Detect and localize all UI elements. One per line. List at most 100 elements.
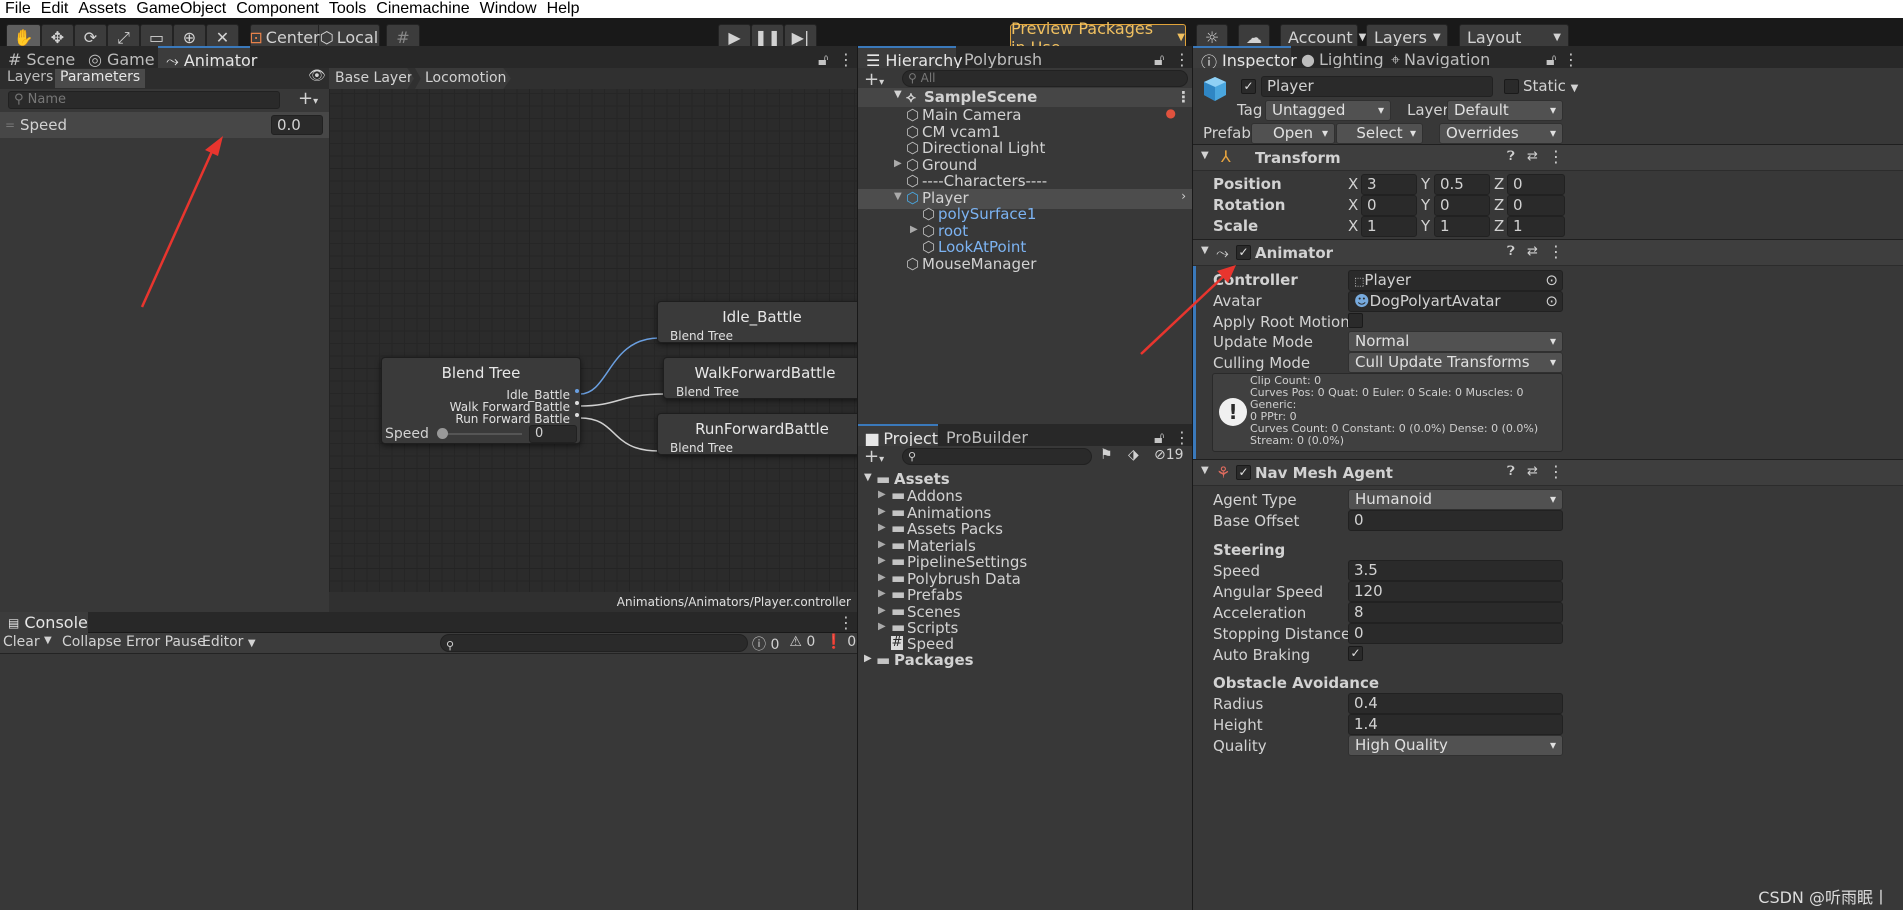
layer-dropdown[interactable]: Default — [1447, 100, 1563, 121]
controller-field[interactable]: ⬚Player ⊙ — [1348, 270, 1563, 291]
port-run[interactable] — [575, 413, 579, 417]
menu-item[interactable]: Edit — [41, 0, 69, 18]
object-picker-icon[interactable]: ⊙ — [1545, 292, 1558, 311]
lock-icon[interactable]: 🔓︎ — [1546, 50, 1556, 70]
axis-x-label[interactable]: X — [1348, 175, 1358, 193]
scale-y-field[interactable]: 1 — [1434, 216, 1490, 237]
angular-speed-field[interactable]: 120 — [1348, 581, 1563, 602]
more-menu-icon[interactable]: ⋮ — [1563, 50, 1579, 69]
blend-slider-handle[interactable] — [437, 428, 448, 439]
animator-enabled-checkbox[interactable]: ✓ — [1236, 245, 1251, 260]
radius-field[interactable]: 0.4 — [1348, 693, 1563, 714]
axis-y-label[interactable]: Y — [1421, 217, 1430, 235]
menu-item[interactable]: Help — [547, 0, 580, 18]
root-motion-checkbox[interactable] — [1348, 313, 1363, 328]
base-offset-field[interactable]: 0 — [1348, 510, 1563, 531]
layers-tab[interactable]: Layers — [2, 69, 58, 88]
rot-y-field[interactable]: 0 — [1434, 195, 1490, 216]
add-parameter-button[interactable]: +▾ — [298, 88, 318, 109]
avatar-field[interactable]: ☻DogPolyartAvatar ⊙ — [1348, 291, 1563, 312]
axis-x-label[interactable]: X — [1348, 217, 1358, 235]
more-menu-icon[interactable]: ⋮ — [838, 50, 854, 69]
port-idle[interactable] — [575, 389, 579, 393]
chevron-down-icon[interactable]: ▼ — [1201, 245, 1209, 256]
more-menu-icon[interactable]: ⋮ — [1548, 147, 1564, 166]
blend-tree-node[interactable]: Blend Tree Idle_Battle Walk Forward Batt… — [381, 357, 581, 444]
chevron-right-icon[interactable]: ▶ — [878, 555, 886, 566]
drag-handle-icon[interactable]: = — [5, 118, 15, 132]
error-count[interactable]: ❗ 0 — [825, 634, 856, 654]
chevron-down-icon[interactable]: ▼ — [1201, 465, 1209, 476]
chevron-down-icon[interactable]: ▼ — [1201, 150, 1209, 161]
animator-graph[interactable]: Base Layer Locomotion Blend Tree Idle_Ba… — [329, 68, 857, 612]
blend-slider-track[interactable] — [442, 433, 522, 435]
more-menu-icon[interactable]: ⋮ — [1548, 242, 1564, 261]
chevron-right-icon[interactable]: ▶ — [894, 158, 902, 169]
error-pause-button[interactable]: Error Pause — [126, 634, 206, 650]
auto-braking-checkbox[interactable]: ✓ — [1348, 646, 1363, 661]
presets-icon[interactable]: ⇄ — [1527, 464, 1538, 479]
rot-x-field[interactable]: 0 — [1361, 195, 1417, 216]
chevron-right-icon[interactable]: ▶ — [864, 653, 872, 664]
chevron-right-icon[interactable]: ▶ — [878, 621, 886, 632]
menu-item[interactable]: Component — [236, 0, 319, 18]
axis-y-label[interactable]: Y — [1421, 175, 1430, 193]
pos-z-field[interactable]: 0 — [1507, 174, 1565, 195]
chevron-right-icon[interactable]: ▶ — [878, 489, 886, 500]
menu-item[interactable]: Tools — [329, 0, 366, 18]
help-icon[interactable]: ❓︎ — [1507, 244, 1515, 259]
more-menu-icon[interactable]: ⋮ — [1174, 428, 1190, 447]
transform-header[interactable]: ▼ ⅄ Transform ❓︎ ⇄ ⋮ — [1193, 144, 1903, 171]
prefab-select-button[interactable]: Select — [1336, 123, 1423, 144]
lock-icon[interactable]: 🔓︎ — [1154, 50, 1164, 70]
chevron-right-icon[interactable]: ▶ — [878, 572, 886, 583]
editor-dropdown[interactable]: Editor ▼ — [202, 634, 256, 650]
acceleration-field[interactable]: 8 — [1348, 602, 1563, 623]
axis-z-label[interactable]: Z — [1494, 196, 1504, 214]
chevron-right-icon[interactable]: ▶ — [878, 539, 886, 550]
child-node-idle[interactable]: Idle_Battle Blend Tree — [657, 301, 857, 343]
chevron-right-icon[interactable]: › — [1181, 189, 1186, 203]
warning-count[interactable]: ⚠ 0 — [789, 634, 815, 654]
eye-icon[interactable]: 👁︎ — [308, 68, 326, 84]
chevron-down-icon[interactable]: ▼ — [864, 472, 872, 483]
child-node-run[interactable]: RunForwardBattle Blend Tree — [657, 413, 857, 455]
axis-z-label[interactable]: Z — [1494, 175, 1504, 193]
help-icon[interactable]: ❓︎ — [1507, 464, 1515, 479]
parameter-row[interactable]: = Speed 0.0 — [0, 112, 329, 138]
presets-icon[interactable]: ⇄ — [1527, 149, 1538, 164]
menu-item[interactable]: Cinemachine — [376, 0, 469, 18]
create-asset-button[interactable]: +▾ — [864, 446, 884, 467]
label-icon[interactable]: ⬗ — [1128, 447, 1139, 463]
rot-z-field[interactable]: 0 — [1507, 195, 1565, 216]
more-menu-icon[interactable]: ⋮ — [1174, 50, 1190, 69]
navmesh-header[interactable]: ▼ ⚘ ✓ Nav Mesh Agent ❓︎ ⇄ ⋮ — [1193, 459, 1903, 486]
help-icon[interactable]: ❓︎ — [1507, 149, 1515, 164]
parameters-tab[interactable]: Parameters — [55, 69, 146, 88]
hierarchy-search-input[interactable]: ⚲ All — [902, 70, 1188, 87]
filter-type-icon[interactable]: ⚑ — [1100, 447, 1113, 463]
info-count[interactable]: ⓘ 0 — [752, 634, 779, 654]
console-search-input[interactable]: ⚲ — [440, 634, 748, 652]
chevron-right-icon[interactable]: ▶ — [878, 522, 886, 533]
chevron-right-icon[interactable]: ▶ — [910, 224, 918, 235]
object-name-field[interactable]: Player — [1261, 76, 1493, 97]
animator-header[interactable]: ▼ ⤳ ✓ Animator ❓︎ ⇄ ⋮ — [1193, 239, 1903, 266]
menu-item[interactable]: File — [5, 0, 31, 18]
chevron-down-icon[interactable]: ▼ — [894, 191, 902, 202]
object-picker-icon[interactable]: ⊙ — [1545, 271, 1558, 290]
menu-item[interactable]: Assets — [78, 0, 126, 18]
collapse-button[interactable]: Collapse — [62, 634, 122, 650]
more-menu-icon[interactable]: ⋮ — [1548, 462, 1564, 481]
parameter-value-field[interactable]: 0.0 — [271, 115, 323, 135]
static-checkbox[interactable] — [1504, 79, 1519, 94]
hidden-packages-button[interactable]: ⊘19 — [1154, 447, 1184, 463]
height-field[interactable]: 1.4 — [1348, 714, 1563, 735]
culling-mode-dropdown[interactable]: Cull Update Transforms — [1348, 352, 1563, 373]
hierarchy-item[interactable]: ⬡ MouseManager — [858, 255, 1192, 275]
chevron-right-icon[interactable]: ▶ — [878, 506, 886, 517]
clear-button[interactable]: Clear — [3, 634, 40, 650]
navmesh-enabled-checkbox[interactable]: ✓ — [1236, 465, 1251, 480]
create-button[interactable]: +▾ — [864, 69, 884, 90]
active-checkbox[interactable]: ✓ — [1241, 79, 1256, 94]
